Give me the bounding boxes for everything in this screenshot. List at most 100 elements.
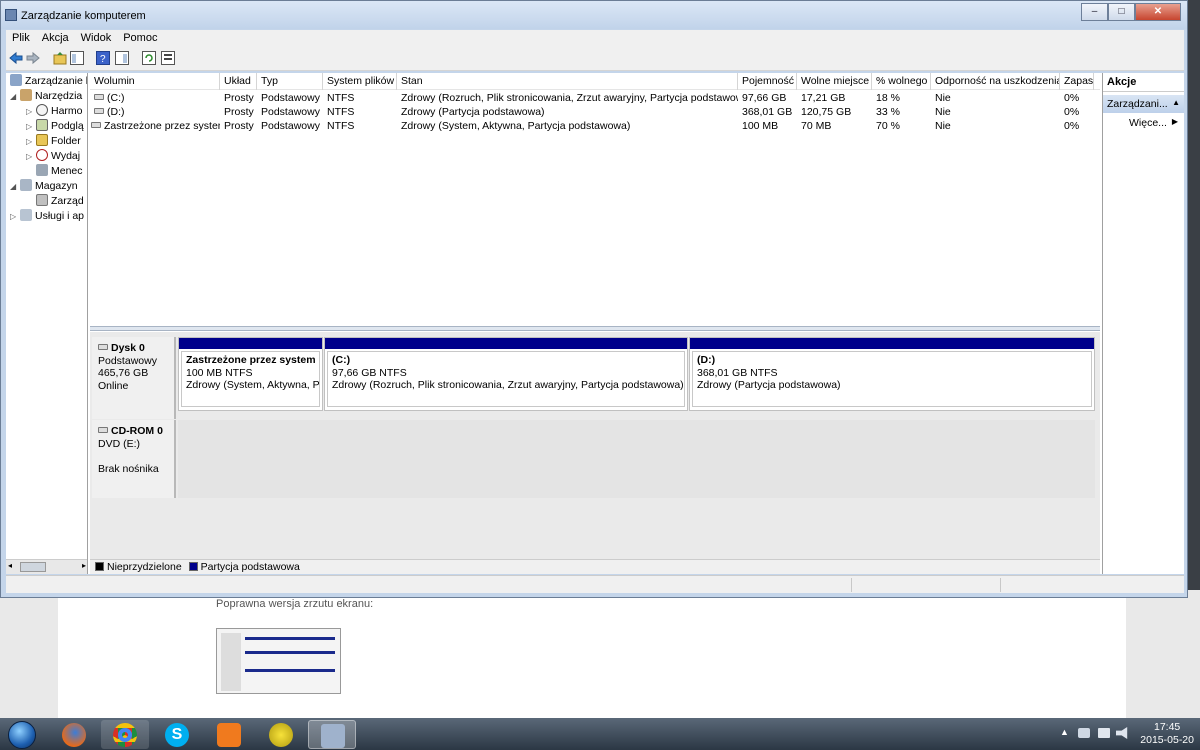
volume-free-space: 70 MB bbox=[801, 120, 832, 132]
computer-management-taskbar-icon bbox=[321, 724, 345, 748]
tree-item-disk-management[interactable]: Zarząd bbox=[26, 194, 84, 209]
volume-layout: Prosty bbox=[224, 106, 254, 118]
tree-item-computer-management[interactable]: Zarządzanie k bbox=[8, 74, 87, 89]
pane-splitter[interactable] bbox=[90, 326, 1100, 331]
col-header-capacity[interactable]: Pojemność bbox=[738, 73, 797, 90]
volume-percent-free: 70 % bbox=[876, 120, 900, 132]
menu-help[interactable]: Pomoc bbox=[117, 30, 163, 46]
actions-more[interactable]: Więce... ▶ bbox=[1103, 113, 1184, 133]
disk-0-label[interactable]: Dysk 0 Podstawowy 465,76 GB Online bbox=[92, 337, 176, 419]
scroll-thumb[interactable] bbox=[20, 562, 46, 572]
graphical-disk-view: Dysk 0 Podstawowy 465,76 GB Online Zastr… bbox=[90, 332, 1100, 559]
actions-disk-management[interactable]: Zarządzani... ▲ bbox=[1103, 95, 1184, 113]
tree-item-system-tools[interactable]: ◢ Narzędzia bbox=[10, 89, 82, 104]
tree-item-shared-folders[interactable]: ▷ Folder bbox=[26, 134, 81, 149]
forward-arrow-icon[interactable] bbox=[26, 51, 40, 65]
collapse-up-icon[interactable]: ▲ bbox=[1172, 98, 1180, 107]
performance-icon bbox=[36, 149, 48, 161]
title-bar[interactable]: Zarządzanie komputerem – □ ✕ bbox=[1, 1, 1187, 29]
action-center-icon[interactable] bbox=[1078, 728, 1090, 738]
volume-type: Podstawowy bbox=[261, 92, 320, 104]
help-icon[interactable]: ? bbox=[96, 51, 110, 65]
status-bar bbox=[6, 575, 1184, 593]
hard-disk-icon bbox=[98, 344, 108, 350]
partition-system-reserved[interactable]: Zastrzeżone przez system 100 MB NTFS Zdrow… bbox=[178, 337, 323, 411]
taskbar-computer-management[interactable] bbox=[308, 720, 356, 749]
primary-partition-bar bbox=[325, 338, 687, 349]
tree-horizontal-scrollbar[interactable]: ◂ ▸ bbox=[6, 559, 87, 574]
cdrom-0-label[interactable]: CD-ROM 0 DVD (E:) Brak nośnika bbox=[92, 420, 176, 498]
volume-row[interactable]: (D:) Prosty Podstawowy NTFS Zdrowy (Part… bbox=[90, 105, 1100, 119]
col-header-layout[interactable]: Układ bbox=[220, 73, 257, 90]
volume-row[interactable]: (C:) Prosty Podstawowy NTFS Zdrowy (Rozr… bbox=[90, 91, 1100, 105]
tree-item-storage[interactable]: ◢ Magazyn bbox=[10, 179, 78, 194]
disk-management-icon bbox=[36, 194, 48, 206]
toolbar: ? bbox=[6, 47, 1184, 71]
background-thumbnail[interactable] bbox=[216, 628, 341, 694]
close-button[interactable]: ✕ bbox=[1135, 3, 1181, 21]
up-folder-icon[interactable] bbox=[53, 51, 67, 65]
tree-item-task-scheduler[interactable]: ▷ Harmo bbox=[26, 104, 83, 119]
taskbar-skype[interactable]: S bbox=[153, 720, 201, 749]
show-hide-console-tree-icon[interactable] bbox=[70, 51, 84, 65]
tree-item-performance[interactable]: ▷ Wydaj bbox=[26, 149, 80, 164]
properties-icon[interactable] bbox=[161, 51, 175, 65]
volume-free-space: 120,75 GB bbox=[801, 106, 852, 118]
tree-item-services-apps[interactable]: ▷ Usługi i ap bbox=[10, 209, 84, 224]
taskbar-app-orange[interactable] bbox=[205, 720, 253, 749]
volume-percent-free: 33 % bbox=[876, 106, 900, 118]
window-title: Zarządzanie komputerem bbox=[21, 10, 146, 22]
shared-folders-icon bbox=[36, 134, 48, 146]
tree-item-event-viewer[interactable]: ▷ Podglą bbox=[26, 119, 84, 134]
clock[interactable]: 17:45 2015-05-20 bbox=[1140, 721, 1194, 747]
col-header-free-space[interactable]: Wolne miejsce bbox=[797, 73, 872, 90]
computer-management-icon bbox=[10, 74, 22, 86]
services-icon bbox=[20, 209, 32, 221]
show-hide-action-pane-icon[interactable] bbox=[115, 51, 129, 65]
actions-pane: Akcje Zarządzani... ▲ Więce... ▶ bbox=[1102, 73, 1184, 574]
tree-item-device-manager[interactable]: Menec bbox=[26, 164, 83, 179]
scroll-right-arrow-icon[interactable]: ▸ bbox=[82, 561, 86, 570]
windows-start-icon bbox=[8, 721, 36, 749]
tools-icon bbox=[20, 89, 32, 101]
submenu-arrow-icon: ▶ bbox=[1171, 117, 1178, 126]
minimize-button[interactable]: – bbox=[1081, 3, 1108, 21]
computer-management-window: Zarządzanie komputerem – □ ✕ Plik Akcja Wi… bbox=[0, 0, 1188, 598]
menu-view[interactable]: Widok bbox=[75, 30, 118, 46]
primary-partition-swatch bbox=[188, 562, 198, 571]
scroll-left-arrow-icon[interactable]: ◂ bbox=[8, 561, 12, 570]
partition-d[interactable]: (D:) 368,01 GB NTFS Zdrowy (Partycja podst… bbox=[689, 337, 1095, 411]
volume-overhead: 0% bbox=[1064, 120, 1080, 132]
disk-volume-icon bbox=[91, 122, 101, 128]
volume-overhead: 0% bbox=[1064, 92, 1080, 104]
taskbar-chrome[interactable] bbox=[101, 720, 149, 749]
taskbar-firefox[interactable] bbox=[50, 720, 98, 749]
volume-layout: Prosty bbox=[224, 120, 254, 132]
menu-file[interactable]: Plik bbox=[6, 30, 36, 46]
background-caption: Poprawna wersja zrzutu ekranu: bbox=[216, 598, 374, 610]
firefox-icon bbox=[62, 723, 86, 747]
volume-fault-tolerance: Nie bbox=[935, 120, 951, 132]
start-button[interactable] bbox=[6, 720, 38, 749]
col-header-type[interactable]: Typ bbox=[257, 73, 323, 90]
col-header-overhead[interactable]: Zapas bbox=[1060, 73, 1094, 90]
col-header-status[interactable]: Stan bbox=[397, 73, 738, 90]
col-header-percent-free[interactable]: % wolnego bbox=[872, 73, 931, 90]
taskbar-app-yellow[interactable] bbox=[257, 720, 305, 749]
maximize-button[interactable]: □ bbox=[1108, 3, 1135, 21]
col-header-volume[interactable]: Wolumin bbox=[90, 73, 220, 90]
col-header-filesystem[interactable]: System plików bbox=[323, 73, 397, 90]
volume-row[interactable]: Zastrzeżone przez system Prosty Podstawo… bbox=[90, 119, 1100, 133]
volume-filesystem: NTFS bbox=[327, 120, 355, 132]
menu-action[interactable]: Akcja bbox=[36, 30, 75, 46]
cdrom-empty-area bbox=[178, 420, 1095, 498]
unallocated-swatch bbox=[95, 562, 104, 571]
network-icon[interactable] bbox=[1098, 728, 1110, 738]
refresh-icon[interactable] bbox=[142, 51, 156, 65]
device-manager-icon bbox=[36, 164, 48, 176]
volume-icon[interactable] bbox=[1116, 727, 1128, 739]
partition-c[interactable]: (C:) 97,66 GB NTFS Zdrowy (Rozruch, Plik s… bbox=[324, 337, 688, 411]
show-hidden-icons-button[interactable]: ▲ bbox=[1060, 727, 1069, 737]
col-header-fault-tolerance[interactable]: Odporność na uszkodzenia bbox=[931, 73, 1060, 90]
back-arrow-icon[interactable] bbox=[9, 51, 23, 65]
